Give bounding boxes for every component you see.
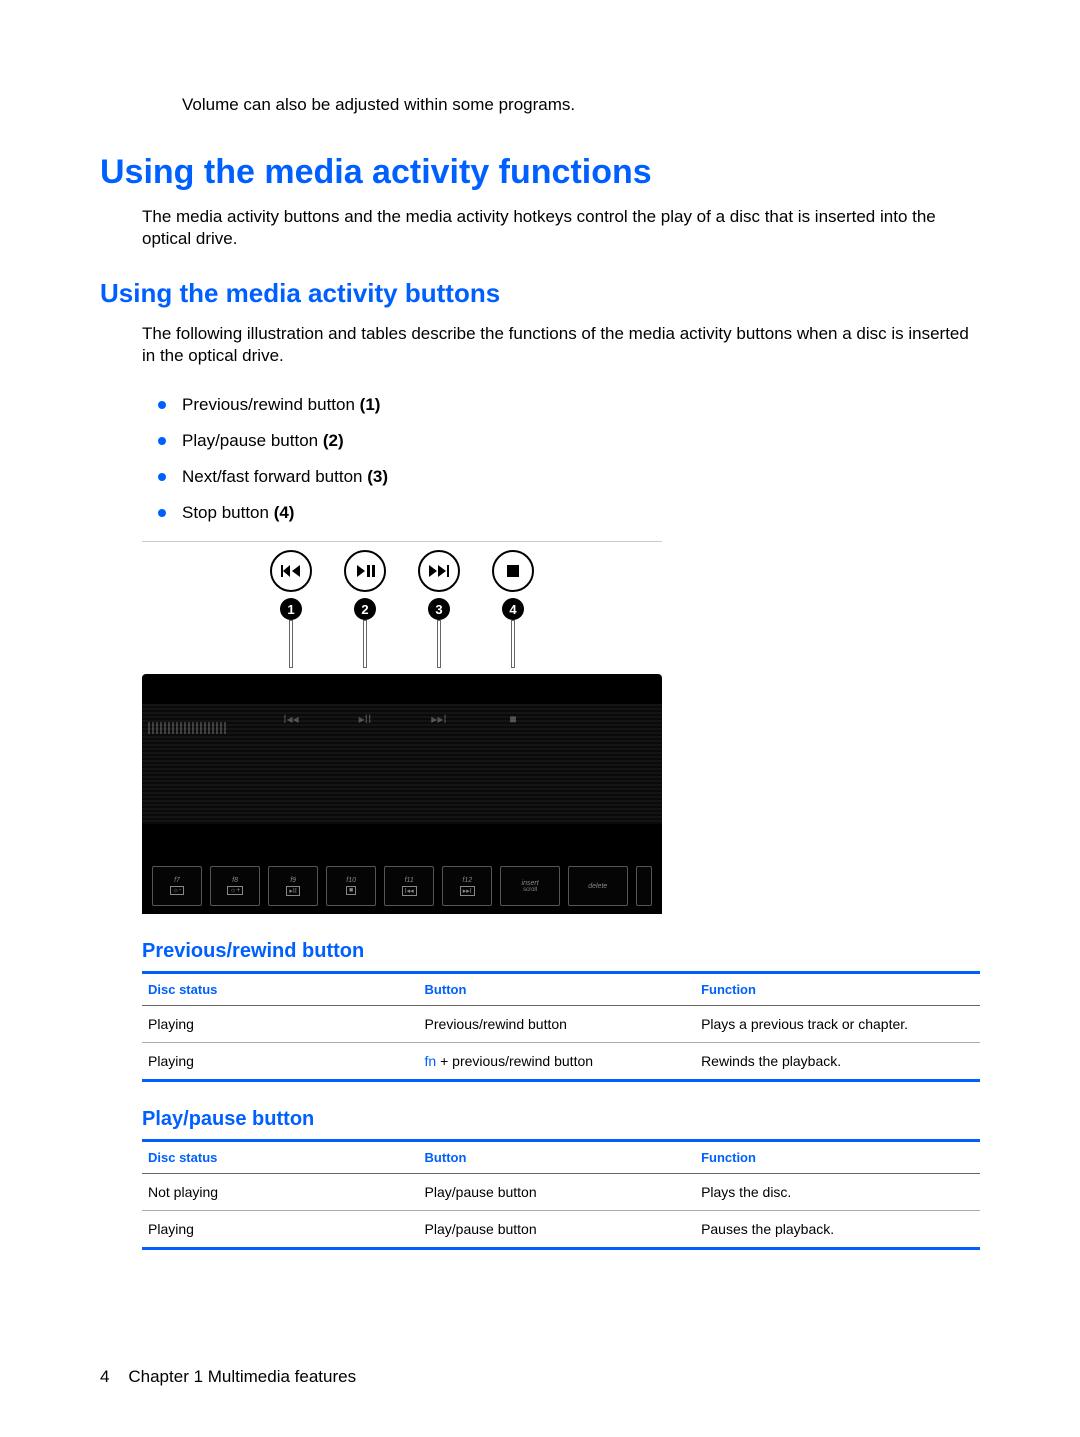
th-disc-status: Disc status [142,973,419,1006]
th-function: Function [695,1141,980,1174]
list-item: Previous/rewind button (1) [158,395,980,415]
previous-rewind-icon [270,550,312,592]
list-item: Stop button (4) [158,503,980,523]
callout-3: 3 [428,598,450,620]
intro-text: Volume can also be adjusted within some … [182,95,980,115]
list-item: Next/fast forward button (3) [158,467,980,487]
table-row: Not playing Play/pause button Plays the … [142,1174,980,1211]
stop-icon [492,550,534,592]
illustration: 1 2 3 4 [142,541,662,914]
play-pause-icon [344,550,386,592]
device-photo: I◂◂▸II▸▸I■ f7☼- f8☼+ f9▸II f10■ f11I◂◂ f… [142,674,662,914]
next-ff-icon [418,550,460,592]
table-row: Playing Previous/rewind button Plays a p… [142,1006,980,1043]
th-function: Function [695,973,980,1006]
paragraph-1: The media activity buttons and the media… [142,206,980,250]
callout-1: 1 [280,598,302,620]
heading-1: Using the media activity functions [100,153,980,192]
page-footer: 4 Chapter 1 Multimedia features [100,1367,356,1387]
list-item: Play/pause button (2) [158,431,980,451]
table-play-pause: Disc status Button Function Not playing … [142,1139,980,1250]
table-row: Playing Play/pause button Pauses the pla… [142,1211,980,1249]
callout-4: 4 [502,598,524,620]
heading-3-prev: Previous/rewind button [142,940,980,963]
paragraph-2: The following illustration and tables de… [142,323,980,367]
heading-2: Using the media activity buttons [100,278,980,309]
bullet-list: Previous/rewind button (1) Play/pause bu… [158,395,980,523]
th-disc-status: Disc status [142,1141,419,1174]
th-button: Button [419,973,696,1006]
heading-3-play: Play/pause button [142,1108,980,1131]
table-row: Playing fn + previous/rewind button Rewi… [142,1043,980,1081]
th-button: Button [419,1141,696,1174]
callout-2: 2 [354,598,376,620]
table-previous-rewind: Disc status Button Function Playing Prev… [142,971,980,1082]
